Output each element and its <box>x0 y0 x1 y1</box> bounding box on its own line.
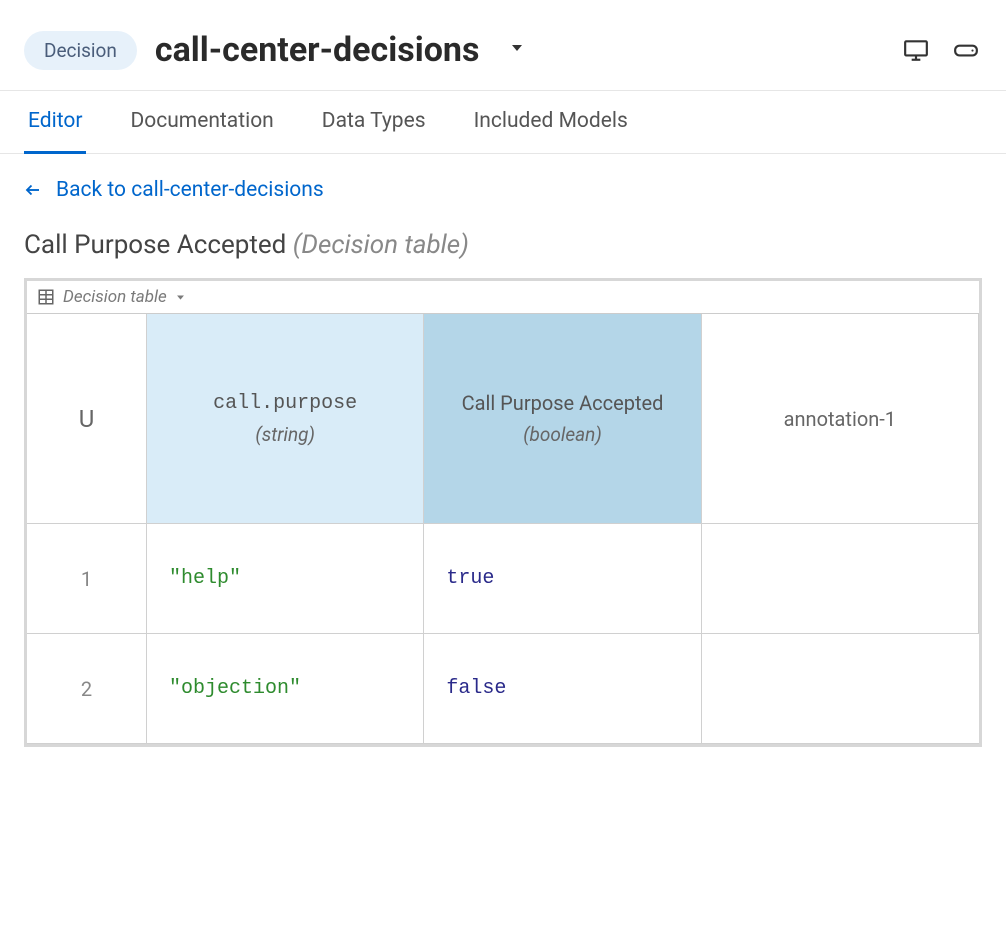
disk-icon <box>953 37 979 63</box>
back-link-label: Back to call-center-decisions <box>56 178 324 202</box>
input-column-type: (string) <box>255 423 315 446</box>
section-title: Call Purpose Accepted (Decision table) <box>24 230 982 260</box>
tab-editor[interactable]: Editor <box>24 91 86 154</box>
page-title: call-center-decisions <box>155 30 480 70</box>
section-subtitle: (Decision table) <box>293 230 469 260</box>
decision-table-type-selector[interactable]: Decision table <box>63 287 186 307</box>
monitor-icon <box>903 37 929 63</box>
tab-data-types[interactable]: Data Types <box>318 91 430 154</box>
tabs: Editor Documentation Data Types Included… <box>0 90 1006 154</box>
caret-down-icon <box>509 40 525 56</box>
storage-icon-button[interactable] <box>950 34 982 66</box>
cell-value: false <box>446 677 506 700</box>
output-cell[interactable]: true <box>424 524 701 634</box>
decision-table-container: Decision table U call.purpose (string) C… <box>24 278 982 747</box>
input-column-header[interactable]: call.purpose (string) <box>147 314 424 524</box>
annotation-column-name: annotation-1 <box>784 407 896 431</box>
output-column-name: Call Purpose Accepted <box>462 391 664 415</box>
row-index: 2 <box>27 634 147 744</box>
row-index: 1 <box>27 524 147 634</box>
section-title-text: Call Purpose Accepted <box>24 230 286 260</box>
cell-value: true <box>446 567 494 590</box>
output-cell[interactable]: false <box>424 634 701 744</box>
cell-value: "objection" <box>169 677 301 700</box>
decision-table-type-label: Decision table <box>63 287 167 307</box>
table-icon <box>37 288 55 306</box>
hit-policy-cell[interactable]: U <box>27 314 147 524</box>
display-icon-button[interactable] <box>900 34 932 66</box>
tab-included-models[interactable]: Included Models <box>470 91 632 154</box>
title-dropdown-caret[interactable] <box>509 40 525 60</box>
cell-value: "help" <box>169 567 241 590</box>
output-column-header[interactable]: Call Purpose Accepted (boolean) <box>424 314 701 524</box>
output-column-type: (boolean) <box>523 423 602 446</box>
caret-down-icon <box>175 292 186 303</box>
content: Back to call-center-decisions Call Purpo… <box>0 154 1006 771</box>
arrow-left-icon <box>24 181 42 199</box>
tab-documentation[interactable]: Documentation <box>126 91 277 154</box>
header: Decision call-center-decisions <box>0 0 1006 90</box>
input-column-name: call.purpose <box>213 392 357 415</box>
back-link[interactable]: Back to call-center-decisions <box>24 178 982 202</box>
annotation-cell[interactable] <box>702 524 979 634</box>
input-cell[interactable]: "help" <box>147 524 424 634</box>
decision-table: U call.purpose (string) Call Purpose Acc… <box>27 314 979 744</box>
decision-table-toolbar: Decision table <box>27 281 979 314</box>
annotation-cell[interactable] <box>702 634 979 744</box>
type-badge: Decision <box>24 31 137 70</box>
annotation-column-header[interactable]: annotation-1 <box>702 314 979 524</box>
input-cell[interactable]: "objection" <box>147 634 424 744</box>
